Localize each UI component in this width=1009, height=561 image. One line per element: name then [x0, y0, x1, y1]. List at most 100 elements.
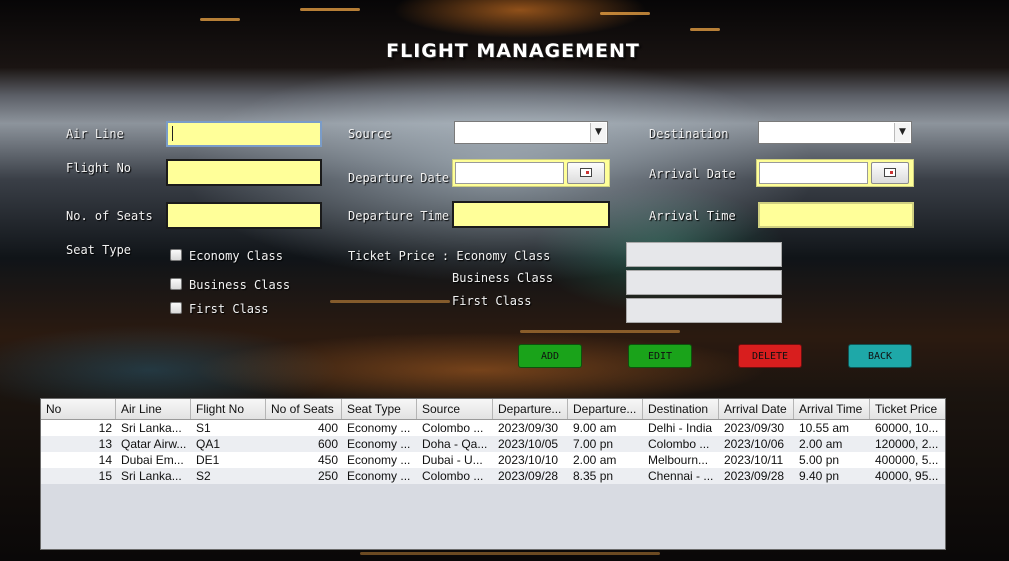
cell-source: Doha - Qa... — [422, 437, 488, 451]
ticket-price-business-label: Business Class — [452, 271, 554, 285]
cell-arrival-date: 2023/10/06 — [724, 437, 785, 451]
flight-no-field[interactable] — [166, 159, 322, 186]
cell-no: 15 — [98, 469, 112, 483]
arrival-time-label: Arrival Time — [649, 209, 736, 223]
cell-arrival-date: 2023/09/28 — [724, 469, 785, 483]
column-header-departure-time[interactable]: Departure... — [568, 399, 643, 419]
business-class-label: Business Class — [189, 278, 291, 292]
flights-table[interactable]: No Air Line Flight No No of Seats Seat T… — [40, 398, 946, 550]
cell-seats: 250 — [317, 469, 338, 483]
cell-seats: 450 — [317, 453, 338, 467]
column-header-seat-type[interactable]: Seat Type — [342, 399, 417, 419]
column-header-source[interactable]: Source — [417, 399, 493, 419]
column-header-no[interactable]: No — [41, 399, 116, 419]
economy-class-checkbox[interactable] — [170, 249, 182, 261]
chevron-down-icon[interactable]: ▼ — [590, 123, 606, 142]
cell-seats: 400 — [317, 421, 338, 435]
seat-type-label: Seat Type — [66, 243, 132, 257]
cell-source: Colombo ... — [422, 469, 484, 483]
cell-departure-time: 2.00 am — [573, 453, 617, 467]
delete-button[interactable]: DELETE — [738, 344, 802, 368]
column-header-arrival-time[interactable]: Arrival Time — [794, 399, 870, 419]
economy-price-field[interactable] — [626, 242, 782, 267]
cell-airline: Sri Lanka... — [121, 469, 182, 483]
table-row[interactable]: 15 Sri Lanka... S2 250 Economy ... Colombo ..… — [41, 468, 945, 484]
column-header-arrival-date[interactable]: Arrival Date — [719, 399, 794, 419]
column-header-ticket-price[interactable]: Ticket Price — [870, 399, 945, 419]
business-class-checkbox[interactable] — [170, 278, 182, 290]
column-header-departure-date[interactable]: Departure... — [493, 399, 568, 419]
cell-seat-type: Economy ... — [347, 469, 411, 483]
arrival-time-field[interactable] — [758, 202, 914, 228]
cell-ticket-price: 60000, 10... — [875, 421, 939, 435]
arrival-date-field[interactable] — [759, 162, 868, 184]
airline-field[interactable] — [166, 121, 322, 147]
cell-arrival-date: 2023/10/11 — [724, 453, 784, 467]
table-row[interactable]: 13 Qatar Airw... QA1 600 Economy ... Doha - Q… — [41, 436, 945, 452]
cell-ticket-price: 400000, 5... — [875, 453, 939, 467]
table-row[interactable]: 14 Dubai Em... DE1 450 Economy ... Dubai - U.… — [41, 452, 945, 468]
departure-time-field[interactable] — [452, 201, 610, 228]
cell-departure-date: 2023/10/05 — [498, 437, 559, 451]
departure-date-calendar-button[interactable] — [567, 162, 605, 184]
cell-arrival-time: 10.55 am — [799, 421, 850, 435]
airline-label: Air Line — [66, 127, 124, 141]
cell-arrival-time: 2.00 am — [799, 437, 843, 451]
cell-flight-no: QA1 — [196, 437, 221, 451]
text-caret — [172, 126, 173, 141]
column-header-airline[interactable]: Air Line — [116, 399, 191, 419]
cell-flight-no: S1 — [196, 421, 211, 435]
page-title: FLIGHT MANAGEMENT — [386, 40, 640, 62]
cell-no: 12 — [98, 421, 112, 435]
cell-arrival-date: 2023/09/30 — [724, 421, 785, 435]
source-label: Source — [348, 127, 392, 141]
column-header-flight-no[interactable]: Flight No — [191, 399, 266, 419]
back-button[interactable]: BACK — [848, 344, 912, 368]
arrival-date-calendar-button[interactable] — [871, 162, 909, 184]
cell-departure-time: 7.00 pn — [573, 437, 614, 451]
cell-ticket-price: 40000, 95... — [875, 469, 939, 483]
cell-departure-time: 8.35 pn — [573, 469, 614, 483]
cell-flight-no: S2 — [196, 469, 211, 483]
business-price-field[interactable] — [626, 270, 782, 295]
arrival-date-picker[interactable] — [756, 159, 914, 187]
cell-departure-time: 9.00 am — [573, 421, 617, 435]
departure-date-picker[interactable] — [452, 159, 610, 187]
first-price-field[interactable] — [626, 298, 782, 323]
seats-field[interactable] — [166, 202, 322, 229]
cell-ticket-price: 120000, 2... — [875, 437, 939, 451]
departure-time-label: Departure Time — [348, 209, 450, 223]
cell-airline: Qatar Airw... — [121, 437, 187, 451]
cell-destination: Delhi - India — [648, 421, 713, 435]
ticket-price-economy-label: Ticket Price : Economy Class — [348, 249, 551, 263]
edit-button[interactable]: EDIT — [628, 344, 692, 368]
cell-departure-date: 2023/09/28 — [498, 469, 559, 483]
source-dropdown[interactable]: ▼ — [454, 121, 608, 144]
cell-departure-date: 2023/10/10 — [498, 453, 559, 467]
cell-destination: Melbourn... — [648, 453, 709, 467]
chevron-down-icon[interactable]: ▼ — [894, 123, 910, 142]
add-button[interactable]: ADD — [518, 344, 582, 368]
cell-no: 14 — [98, 453, 112, 467]
calendar-icon — [580, 168, 592, 177]
flight-no-label: Flight No — [66, 161, 132, 175]
cell-arrival-time: 9.40 pn — [799, 469, 840, 483]
first-class-checkbox[interactable] — [170, 302, 182, 314]
cell-seat-type: Economy ... — [347, 453, 411, 467]
cell-destination: Chennai - ... — [648, 469, 714, 483]
cell-source: Colombo ... — [422, 421, 484, 435]
column-header-destination[interactable]: Destination — [643, 399, 719, 419]
seats-label: No. of Seats — [66, 209, 153, 223]
cell-seat-type: Economy ... — [347, 421, 411, 435]
cell-arrival-time: 5.00 pn — [799, 453, 840, 467]
cell-airline: Dubai Em... — [121, 453, 184, 467]
cell-destination: Colombo ... — [648, 437, 710, 451]
destination-label: Destination — [649, 127, 729, 141]
cell-departure-date: 2023/09/30 — [498, 421, 559, 435]
departure-date-field[interactable] — [455, 162, 564, 184]
column-header-seats[interactable]: No of Seats — [266, 399, 342, 419]
cell-flight-no: DE1 — [196, 453, 220, 467]
destination-dropdown[interactable]: ▼ — [758, 121, 912, 144]
cell-airline: Sri Lanka... — [121, 421, 182, 435]
table-row[interactable]: 12 Sri Lanka... S1 400 Economy ... Colombo ..… — [41, 420, 945, 436]
